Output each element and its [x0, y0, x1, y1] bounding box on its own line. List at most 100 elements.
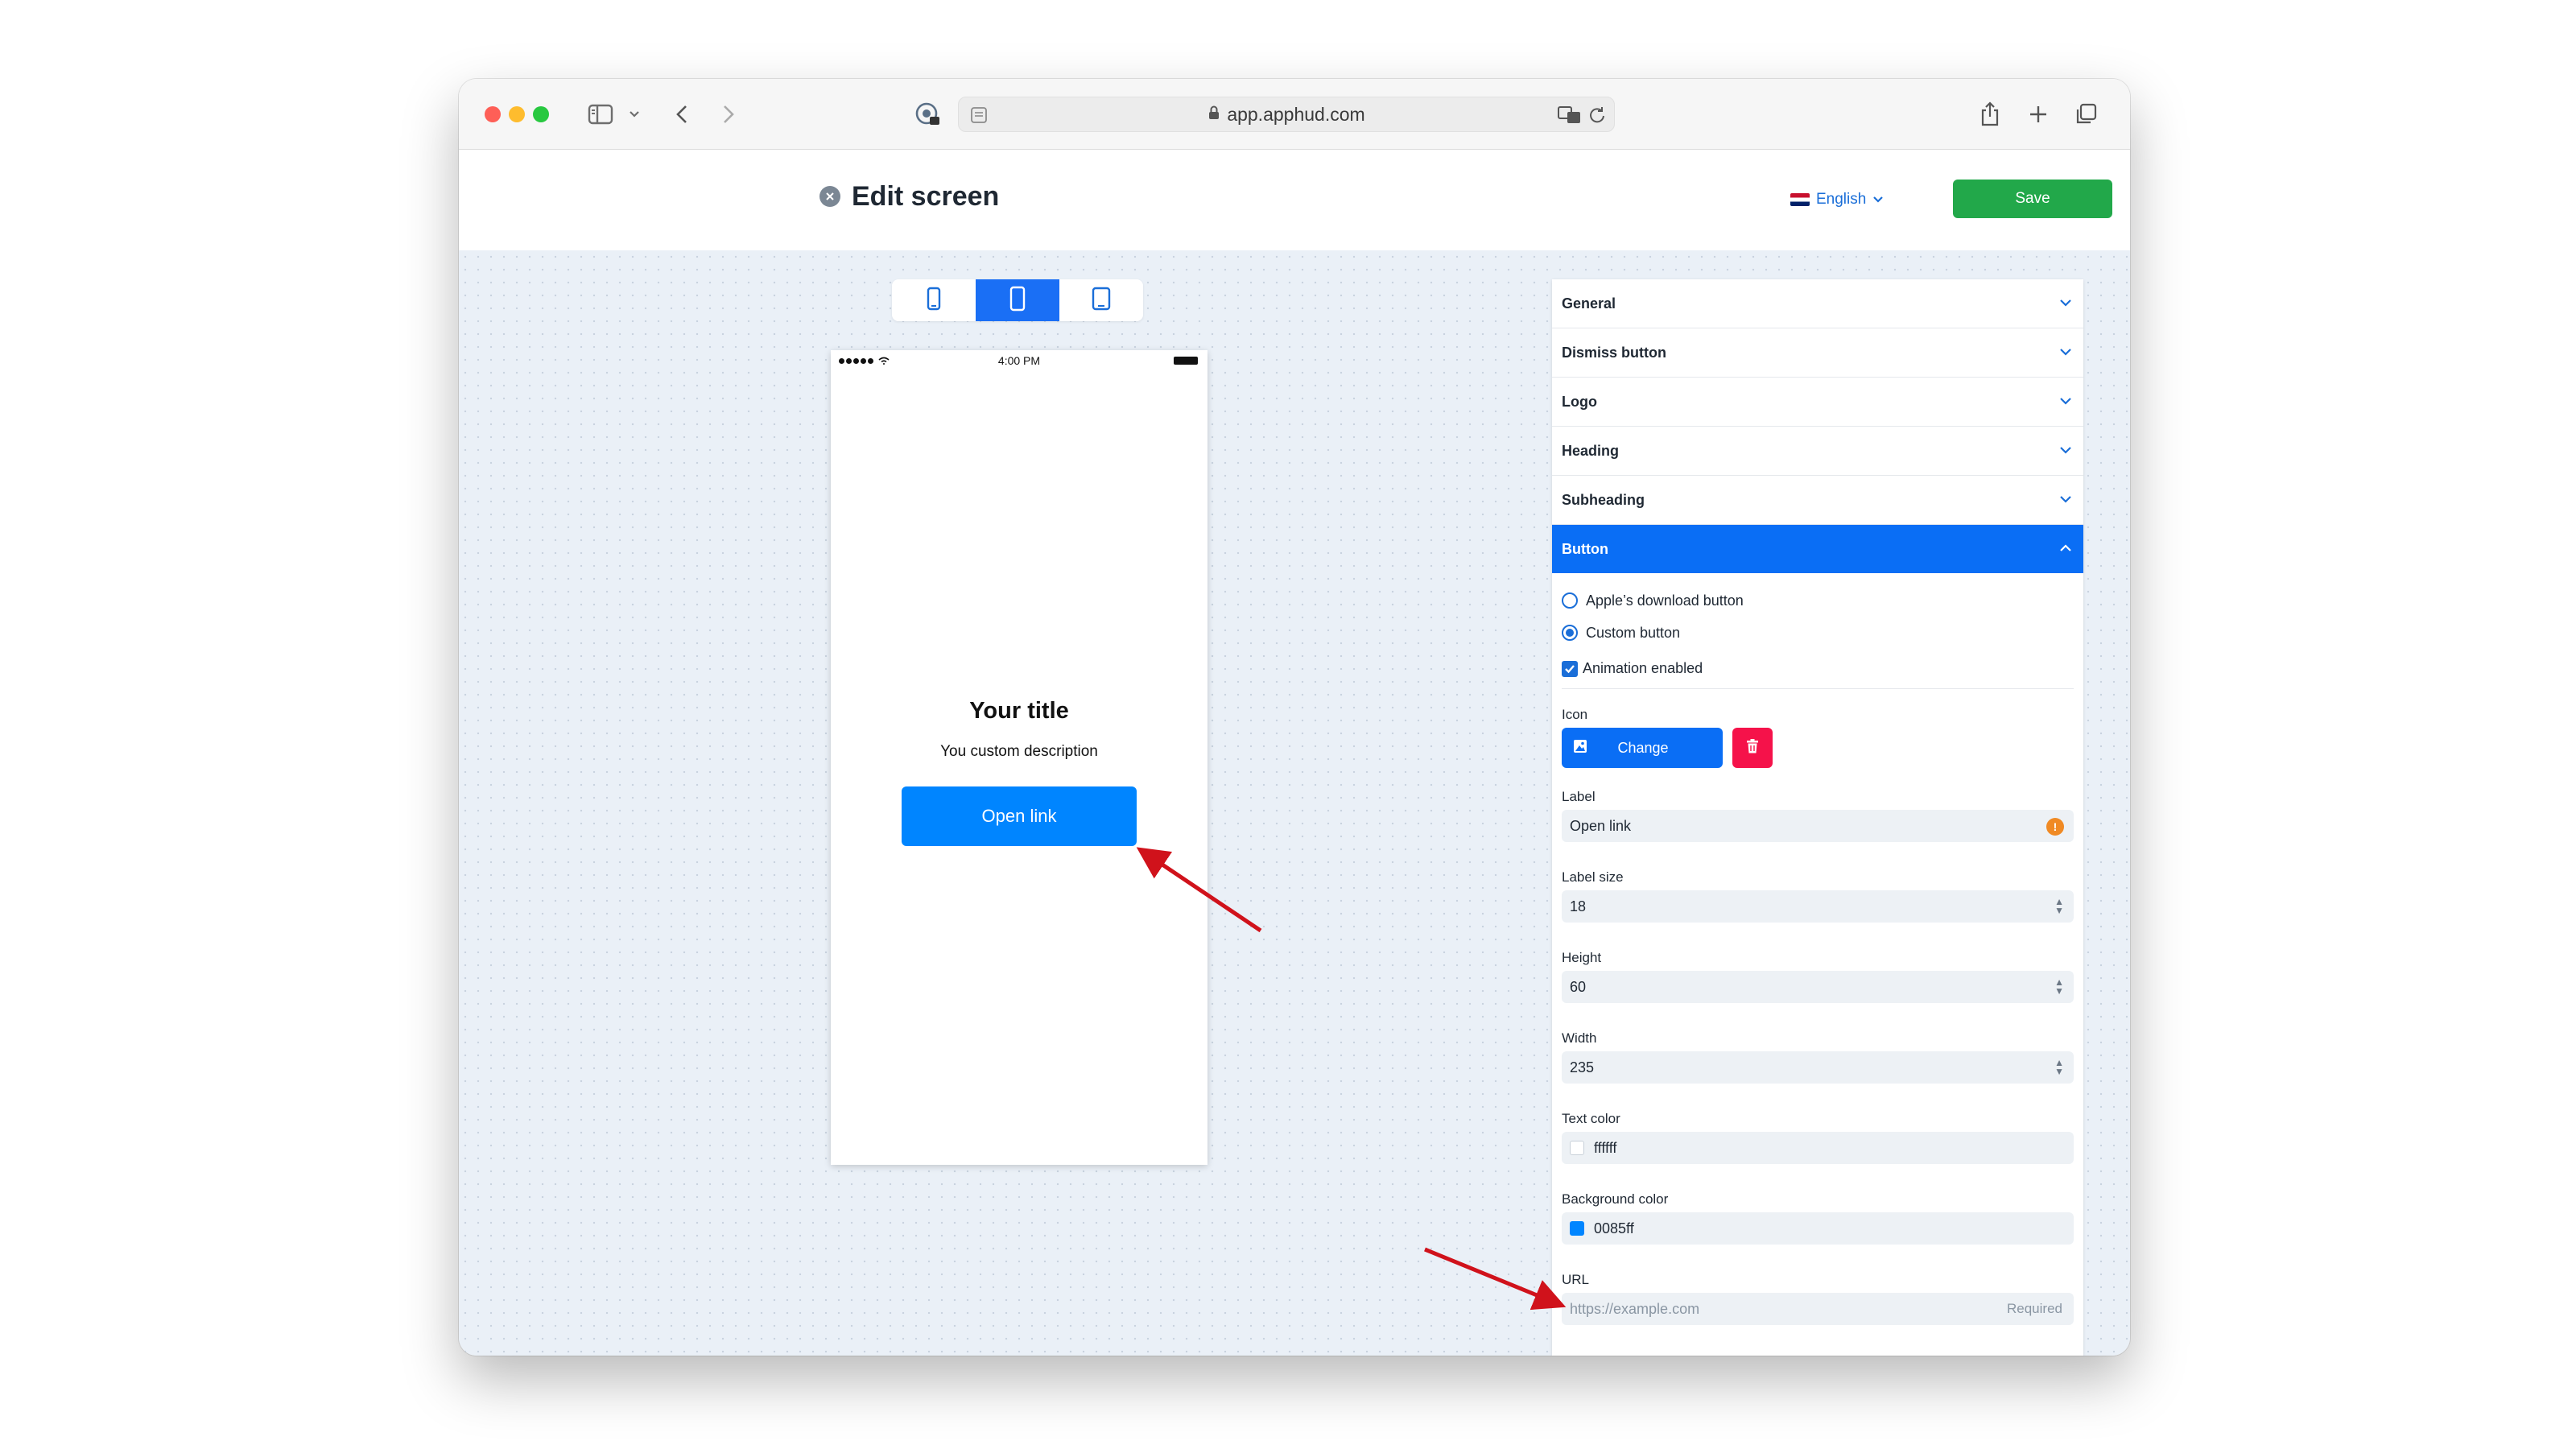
label-value: Open link [1570, 817, 1632, 834]
chevron-down-icon [2059, 296, 2072, 311]
device-tablet[interactable] [1059, 279, 1143, 321]
lock-icon [1208, 105, 1220, 125]
section-label: General [1562, 295, 1616, 312]
label-size-value: 18 [1570, 898, 1587, 914]
app-header: Edit screen English Save [459, 151, 2130, 250]
preview-open-link-button[interactable]: Open link [902, 786, 1137, 846]
radio-icon [1562, 592, 1578, 609]
button-section-body: Apple’s download button Custom button An… [1552, 573, 2083, 1325]
background-color-swatch[interactable] [1570, 1221, 1584, 1236]
section-button[interactable]: Button [1552, 525, 2083, 573]
change-icon-button[interactable]: Change [1562, 728, 1723, 768]
text-color-swatch[interactable] [1570, 1141, 1584, 1155]
status-bar: 4:00 PM [831, 350, 1208, 371]
label-input[interactable]: Open link ! [1562, 810, 2074, 842]
text-color-field-label: Text color [1562, 1111, 1620, 1126]
url-placeholder: https://example.com [1570, 1300, 1700, 1317]
chevron-down-icon [2059, 493, 2072, 507]
width-value: 235 [1570, 1059, 1595, 1075]
minimize-window-button[interactable] [509, 106, 525, 122]
width-input[interactable]: 235 ▲ ▼ [1562, 1051, 2074, 1084]
label-size-input[interactable]: 18 ▲ ▼ [1562, 890, 2074, 923]
close-window-button[interactable] [485, 106, 501, 122]
page-icon [970, 106, 988, 128]
page-title: Edit screen [852, 181, 1000, 212]
phone-preview: 4:00 PM Your title You custom descriptio… [831, 350, 1208, 1165]
phone-small-icon [927, 287, 941, 315]
tab-overview-icon[interactable] [2072, 97, 2099, 132]
section-subheading[interactable]: Subheading [1552, 476, 2083, 525]
section-label: Subheading [1562, 491, 1645, 508]
back-icon[interactable] [670, 97, 694, 132]
radio-label: Custom button [1586, 624, 1681, 641]
radio-custom-button[interactable]: Custom button [1562, 617, 2074, 649]
share-icon[interactable] [1977, 97, 2003, 132]
browser-titlebar: app.apphud.com [459, 79, 2130, 150]
translate-icon[interactable] [1558, 105, 1582, 129]
preview-title[interactable]: Your title [831, 698, 1208, 724]
height-input[interactable]: 60 ▲ ▼ [1562, 971, 2074, 1003]
browser-window: app.apphud.com Edit screen English Save … [459, 79, 2130, 1356]
image-icon [1573, 739, 1587, 758]
privacy-shield-icon[interactable] [911, 97, 943, 132]
chevron-down-icon [2059, 444, 2072, 458]
radio-apple-download[interactable]: Apple’s download button [1562, 584, 2074, 617]
device-small-phone[interactable] [892, 279, 976, 321]
chevron-down-icon [2059, 394, 2072, 409]
language-label: English [1816, 191, 1867, 208]
language-selector[interactable]: English [1790, 191, 1884, 208]
section-label: Button [1562, 540, 1608, 557]
background-color-value: 0085ff [1594, 1220, 1634, 1236]
height-field-label: Height [1562, 950, 1602, 965]
zoom-window-button[interactable] [533, 106, 549, 122]
url-text: app.apphud.com [1227, 103, 1365, 125]
required-hint: Required [2007, 1301, 2062, 1316]
stepper-icon[interactable]: ▲ ▼ [2054, 977, 2064, 996]
warning-icon[interactable]: ! [2046, 818, 2064, 836]
text-color-input[interactable]: ffffff [1562, 1132, 2074, 1164]
url-field-label: URL [1562, 1272, 1590, 1287]
address-bar[interactable]: app.apphud.com [958, 97, 1615, 132]
trash-icon [1746, 738, 1759, 758]
checkmark-icon [1562, 660, 1578, 677]
preview-description[interactable]: You custom description [831, 743, 1208, 761]
new-tab-icon[interactable] [2025, 97, 2051, 132]
save-button[interactable]: Save [1953, 180, 2112, 218]
forward-icon[interactable] [716, 97, 741, 132]
phone-large-icon [1009, 286, 1026, 316]
height-value: 60 [1570, 978, 1587, 995]
signal-icon [839, 357, 890, 365]
section-logo[interactable]: Logo [1552, 378, 2083, 427]
section-label: Heading [1562, 442, 1620, 459]
status-time: 4:00 PM [997, 354, 1041, 367]
sidebar-toggle-icon[interactable] [586, 97, 615, 132]
device-large-phone[interactable] [976, 279, 1059, 321]
settings-panel: General Dismiss button Logo Heading Subh… [1552, 279, 2083, 1356]
chevron-down-icon [1872, 191, 1884, 208]
label-field-label: Label [1562, 789, 1596, 804]
reload-icon[interactable] [1588, 106, 1606, 128]
device-switcher [892, 279, 1143, 321]
tablet-icon [1092, 287, 1111, 315]
stepper-icon[interactable]: ▲ ▼ [2054, 1058, 2064, 1076]
close-editor-icon[interactable] [819, 186, 840, 207]
section-dismiss-button[interactable]: Dismiss button [1552, 328, 2083, 378]
section-general[interactable]: General [1552, 279, 2083, 328]
label-size-field-label: Label size [1562, 869, 1624, 885]
chevron-down-icon [2059, 345, 2072, 360]
animation-checkbox[interactable]: Animation enabled [1562, 649, 2074, 689]
flag-icon [1790, 193, 1810, 206]
chevron-down-icon[interactable] [626, 97, 642, 132]
delete-icon-button[interactable] [1732, 728, 1773, 768]
change-label: Change [1617, 739, 1669, 756]
radio-label: Apple’s download button [1586, 592, 1744, 609]
editor-canvas: 4:00 PM Your title You custom descriptio… [459, 250, 2130, 1356]
stepper-icon[interactable]: ▲ ▼ [2054, 897, 2064, 915]
checkbox-label: Animation enabled [1583, 660, 1703, 676]
section-heading[interactable]: Heading [1552, 427, 2083, 476]
section-label: Logo [1562, 393, 1597, 410]
chevron-up-icon [2059, 542, 2072, 556]
url-input[interactable]: https://example.com Required [1562, 1293, 2074, 1325]
background-color-input[interactable]: 0085ff [1562, 1212, 2074, 1245]
icon-controls: Change [1562, 728, 2074, 768]
